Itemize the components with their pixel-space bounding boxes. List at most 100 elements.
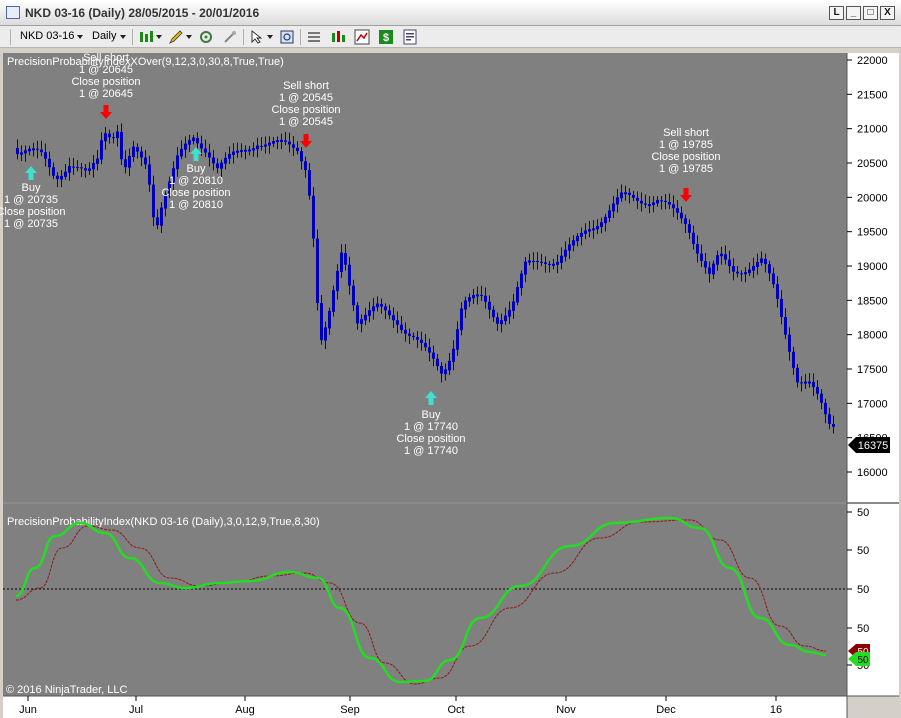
price-bar-body <box>388 310 391 316</box>
price-bar-body <box>288 141 291 145</box>
trade-label: Close position <box>396 433 465 445</box>
price-bar-body <box>816 387 819 394</box>
price-bar-body <box>304 161 307 170</box>
minimize-button[interactable]: _ <box>846 6 861 20</box>
instrument-caret-icon[interactable] <box>77 35 83 39</box>
price-bar-body <box>32 148 35 151</box>
price-bar-body <box>392 315 395 321</box>
price-bar-body <box>552 263 555 266</box>
price-bar-body <box>244 149 247 152</box>
properties-icon[interactable] <box>402 29 418 45</box>
indicators-icon[interactable] <box>354 29 370 45</box>
cursor-caret-icon[interactable] <box>267 35 273 39</box>
price-bar-body <box>592 228 595 231</box>
price-bar-body <box>316 238 319 304</box>
price-bar-body <box>544 262 547 264</box>
price-tick-label: 19500 <box>857 227 888 239</box>
price-tick-label: 17000 <box>857 398 888 410</box>
price-bar-body <box>788 334 791 352</box>
window-title: NKD 03-16 (Daily) 28/05/2015 - 20/01/201… <box>25 6 260 20</box>
trade-label: 1 @ 19785 <box>659 139 713 151</box>
indicator-tick-label: 50 <box>857 545 869 557</box>
trade-label: 1 @ 20645 <box>79 88 133 100</box>
price-bar-body <box>120 131 123 160</box>
price-bar-body <box>384 306 387 311</box>
price-bar-body <box>40 149 43 153</box>
price-bar-body <box>196 138 199 144</box>
instrument-selector[interactable]: NKD 03-16 <box>20 30 74 42</box>
bar-type-icon[interactable] <box>138 29 154 45</box>
chart-toolbar: NKD 03-16 Daily $ <box>0 26 901 48</box>
indicator-axis[interactable] <box>847 504 899 696</box>
trade-label: Sell short <box>283 80 329 92</box>
price-bar-body <box>704 261 707 268</box>
last-price-badge: 16375 <box>848 437 890 453</box>
price-bar-body <box>436 358 439 367</box>
price-bar-body <box>216 163 219 169</box>
data-box-icon[interactable] <box>306 29 322 45</box>
price-bar-body <box>380 304 383 307</box>
price-bar-body <box>624 192 627 195</box>
price-bar-body <box>140 151 143 158</box>
price-bar-body <box>296 147 299 152</box>
price-tick-label: 19000 <box>857 261 888 273</box>
cursor-icon[interactable] <box>249 29 265 45</box>
price-bar-body <box>284 140 287 142</box>
indicator-label: PrecisionProbabilityIndex(NKD 03-16 (Dai… <box>7 516 320 528</box>
chart-canvas[interactable]: Buy1 @ 20735Close position1 @ 20735Sell … <box>0 48 901 718</box>
interval-selector[interactable]: Daily <box>92 30 116 42</box>
price-bar-body <box>700 253 703 262</box>
time-tick-label: Jun <box>19 704 37 716</box>
price-bar-body <box>488 301 491 310</box>
price-bar-body <box>672 204 675 209</box>
price-bar-body <box>208 152 211 158</box>
maximize-button[interactable]: □ <box>863 6 878 20</box>
close-button[interactable]: X <box>880 6 895 20</box>
price-bar-body <box>396 320 399 325</box>
price-bar-body <box>248 149 251 152</box>
price-bar-body <box>352 285 355 306</box>
price-bar-body <box>80 167 83 169</box>
copyright-label: © 2016 NinjaTrader, LLC <box>6 684 127 696</box>
indicator-panel[interactable] <box>3 504 847 696</box>
time-tick-label: Oct <box>447 704 464 716</box>
price-bar-body <box>84 168 87 171</box>
trade-label: Sell short <box>663 127 709 139</box>
price-bar-body <box>696 243 699 254</box>
price-bar-body <box>36 148 39 150</box>
price-bar-body <box>800 382 803 384</box>
price-bar-body <box>204 148 207 153</box>
interval-caret-icon[interactable] <box>120 35 126 39</box>
price-bar-body <box>724 254 727 260</box>
pencil-icon[interactable] <box>168 29 184 45</box>
price-bar-body <box>832 423 835 427</box>
price-bar-body <box>732 266 735 272</box>
magnet-icon[interactable] <box>198 29 214 45</box>
pencil-caret-icon[interactable] <box>186 35 192 39</box>
zoom-icon[interactable] <box>279 29 295 45</box>
price-bar-body <box>812 382 815 388</box>
price-bar-body <box>804 381 807 384</box>
price-bar-body <box>300 151 303 162</box>
link-button[interactable]: L <box>829 6 844 20</box>
stay-in-draw-icon[interactable] <box>222 29 238 45</box>
window-titlebar: NKD 03-16 (Daily) 28/05/2015 - 20/01/201… <box>0 0 901 26</box>
trade-label: 1 @ 20735 <box>4 194 58 206</box>
dollar-icon[interactable]: $ <box>378 29 394 45</box>
trade-label: Close position <box>271 104 340 116</box>
trade-label: 1 @ 17740 <box>404 445 458 457</box>
trade-label: 1 @ 20545 <box>279 116 333 128</box>
price-bar-body <box>664 200 667 202</box>
trade-label: 1 @ 20810 <box>169 175 223 187</box>
bar-type-caret-icon[interactable] <box>156 35 162 39</box>
price-bar-body <box>768 264 771 274</box>
price-bar-body <box>796 367 799 383</box>
price-bar-body <box>52 167 55 176</box>
price-bar-body <box>476 294 479 297</box>
strategies-icon[interactable] <box>330 29 346 45</box>
price-bar-body <box>152 184 155 218</box>
price-bar-body <box>236 150 239 153</box>
price-bar-body <box>212 157 215 164</box>
price-bar-body <box>808 381 811 384</box>
price-bar-body <box>16 148 19 155</box>
